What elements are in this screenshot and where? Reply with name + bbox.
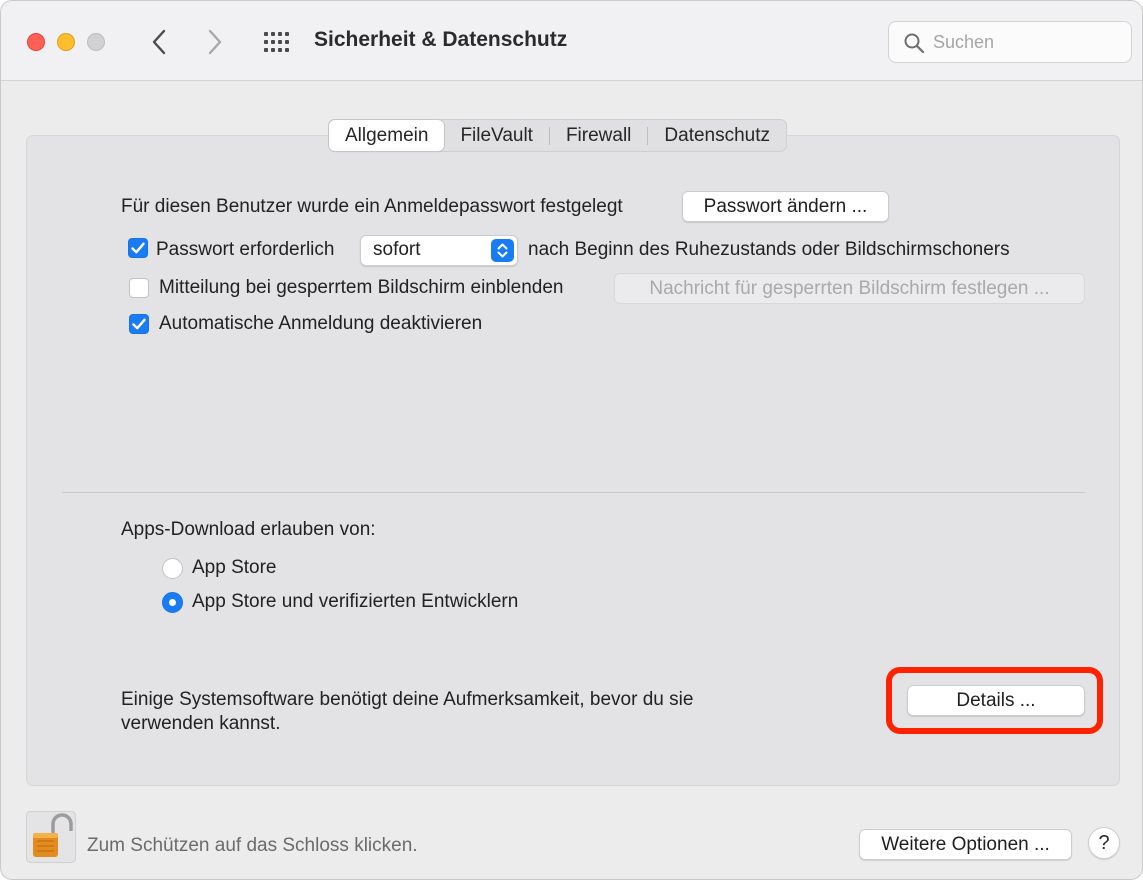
chevron-left-icon [152, 29, 166, 55]
radio-app-store-verified[interactable] [162, 592, 183, 613]
lock-message-label: Mitteilung bei gesperrtem Bildschirm ein… [159, 277, 564, 298]
section-divider [62, 492, 1085, 493]
chevron-right-icon [208, 29, 222, 55]
tab-filevault[interactable]: FileVault [444, 120, 549, 151]
close-window-button[interactable] [27, 33, 45, 51]
search-icon [904, 33, 925, 54]
radio-app-store-label[interactable]: App Store [192, 557, 277, 579]
help-button[interactable]: ? [1088, 827, 1120, 859]
set-lock-message-button[interactable]: Nachricht für gesperrten Bildschirm fest… [614, 273, 1085, 304]
show-all-button[interactable] [261, 29, 293, 55]
require-password-label: Passwort erforderlich [156, 239, 335, 260]
back-button[interactable] [145, 27, 173, 57]
disable-auto-login-label: Automatische Anmeldung deaktivieren [159, 313, 483, 334]
search-input[interactable] [933, 30, 1123, 54]
minimize-window-button[interactable] [57, 33, 75, 51]
apps-download-heading: Apps-Download erlauben von: [121, 519, 376, 540]
require-password-delay-select[interactable]: sofort [360, 235, 518, 266]
search-field[interactable] [888, 21, 1132, 63]
more-options-button[interactable]: Weitere Optionen ... [859, 829, 1072, 860]
change-password-button[interactable]: Passwort ändern ... [682, 191, 889, 222]
require-password-checkbox[interactable] [128, 238, 148, 258]
unlocked-padlock-icon [26, 811, 76, 863]
lock-button[interactable] [26, 811, 76, 863]
details-highlight-box [886, 667, 1103, 734]
tab-datenschutz[interactable]: Datenschutz [648, 120, 786, 151]
checkmark-icon [131, 242, 145, 254]
require-password-delay-value: sofort [373, 239, 421, 260]
toolbar: Sicherheit & Datenschutz [1, 1, 1142, 81]
window-title: Sicherheit & Datenschutz [314, 28, 568, 51]
radio-app-store[interactable] [162, 558, 183, 579]
tab-firewall[interactable]: Firewall [550, 120, 647, 151]
lock-hint-text: Zum Schützen auf das Schloss klicken. [87, 835, 418, 856]
system-software-text-line1: Einige Systemsoftware benötigt deine Auf… [121, 689, 694, 710]
zoom-window-button[interactable] [87, 33, 105, 51]
forward-button[interactable] [201, 27, 229, 57]
tab-bar: Allgemein FileVault Firewall Datenschutz [328, 119, 788, 152]
tab-allgemein[interactable]: Allgemein [329, 120, 445, 151]
password-set-label: Für diesen Benutzer wurde ein Anmeldepas… [121, 196, 623, 217]
require-password-suffix: nach Beginn des Ruhezustands oder Bildsc… [528, 239, 1010, 260]
lock-message-checkbox[interactable] [129, 278, 149, 298]
checkmark-icon [132, 318, 146, 330]
radio-app-store-verified-label[interactable]: App Store und verifizierten Entwicklern [192, 591, 518, 613]
preferences-window: Sicherheit & Datenschutz Allgemein FileV… [0, 0, 1143, 880]
popup-arrows-icon [491, 239, 514, 262]
system-software-text-line2: verwenden kannst. [121, 713, 281, 734]
disable-auto-login-checkbox[interactable] [129, 314, 149, 334]
